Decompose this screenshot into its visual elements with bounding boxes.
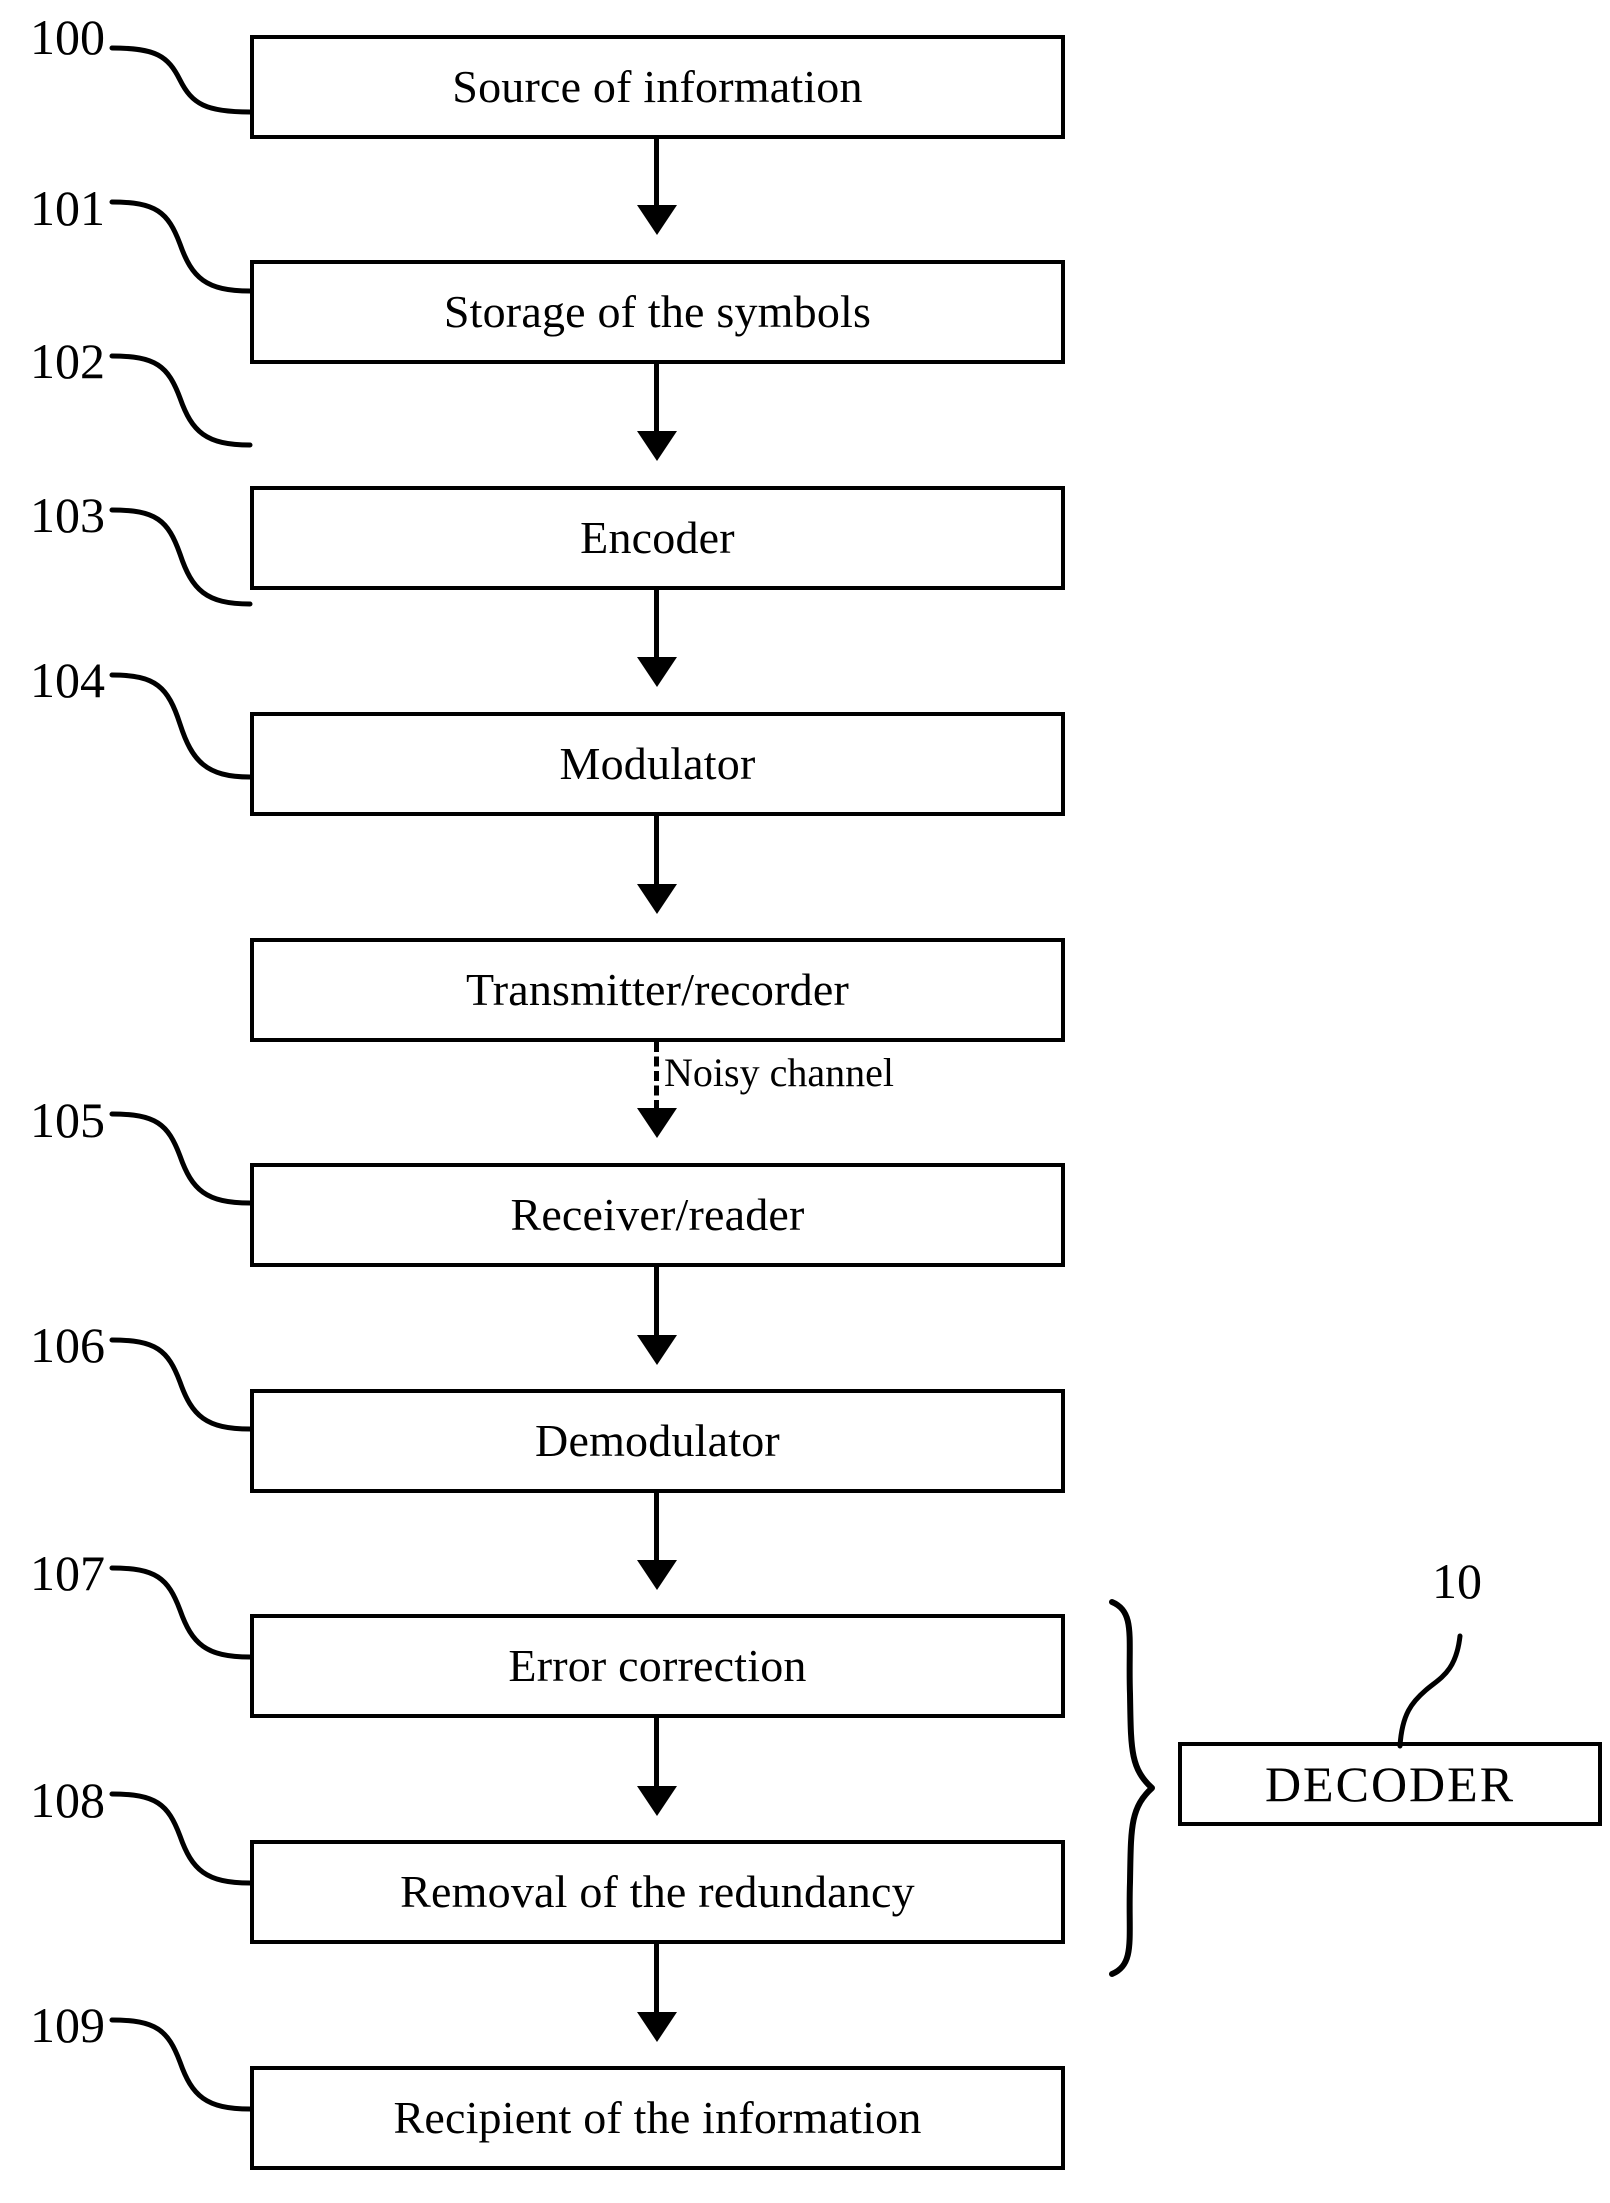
- process-box-103[interactable]: Modulator: [250, 712, 1065, 816]
- process-box-107-label: Error correction: [508, 1640, 807, 1691]
- reference-numeral-102: 102: [30, 333, 105, 389]
- leader-line-105: [109, 1108, 255, 1213]
- connector-103-104: [654, 816, 659, 885]
- reference-numeral-10: 10: [1432, 1553, 1482, 1609]
- decoder-box[interactable]: DECODER: [1178, 1742, 1602, 1826]
- decoder-grouping-brace: [1100, 1598, 1160, 1978]
- leader-line-104: [109, 669, 255, 787]
- process-box-100[interactable]: Source of information: [250, 35, 1065, 139]
- noisy-channel-label: Noisy channel: [664, 1050, 894, 1095]
- leader-line-108: [109, 1788, 255, 1893]
- connector-102-103: [654, 590, 659, 659]
- figure-canvas: Source of information 100 Storage of the…: [0, 0, 1610, 2203]
- connector-103-104-arrowhead: [637, 884, 677, 914]
- process-box-105-label: Receiver/reader: [510, 1189, 805, 1240]
- connector-102-103-arrowhead: [637, 657, 677, 687]
- leader-line-10: [1386, 1632, 1466, 1750]
- reference-numeral-105: 105: [30, 1092, 105, 1148]
- process-box-109-label: Recipient of the information: [393, 2092, 922, 2143]
- process-box-108[interactable]: Removal of the redundancy: [250, 1840, 1065, 1944]
- process-box-109[interactable]: Recipient of the information: [250, 2066, 1065, 2170]
- connector-105-106: [654, 1267, 659, 1336]
- reference-numeral-100: 100: [30, 9, 105, 65]
- reference-numeral-109: 109: [30, 1997, 105, 2053]
- connector-100-101-arrowhead: [637, 205, 677, 235]
- leader-line-100: [109, 42, 255, 122]
- connector-106-107-arrowhead: [637, 1560, 677, 1590]
- process-box-100-label: Source of information: [452, 61, 863, 112]
- connector-107-108-arrowhead: [637, 1786, 677, 1816]
- leader-line-106: [109, 1334, 255, 1439]
- process-box-101-label: Storage of the symbols: [443, 286, 872, 337]
- connector-107-108: [654, 1718, 659, 1787]
- process-box-104-label: Transmitter/recorder: [466, 964, 849, 1015]
- connector-104-105-arrowhead: [637, 1108, 677, 1138]
- process-box-103-label: Modulator: [559, 738, 756, 789]
- reference-numeral-103: 103: [30, 487, 105, 543]
- leader-line-102: [109, 350, 255, 455]
- process-box-104[interactable]: Transmitter/recorder: [250, 938, 1065, 1042]
- reference-numeral-108: 108: [30, 1772, 105, 1828]
- process-box-106[interactable]: Demodulator: [250, 1389, 1065, 1493]
- connector-106-107: [654, 1493, 659, 1561]
- process-box-108-label: Removal of the redundancy: [400, 1866, 915, 1917]
- reference-numeral-107: 107: [30, 1545, 105, 1601]
- process-box-102-label: Encoder: [580, 512, 735, 563]
- leader-line-107: [109, 1562, 255, 1667]
- reference-numeral-104: 104: [30, 652, 105, 708]
- process-box-107[interactable]: Error correction: [250, 1614, 1065, 1718]
- process-box-106-label: Demodulator: [535, 1415, 780, 1466]
- process-box-102[interactable]: Encoder: [250, 486, 1065, 590]
- leader-line-109: [109, 2014, 255, 2119]
- reference-numeral-101: 101: [30, 180, 105, 236]
- connector-101-102: [654, 364, 659, 433]
- process-box-105[interactable]: Receiver/reader: [250, 1163, 1065, 1267]
- process-box-101[interactable]: Storage of the symbols: [250, 260, 1065, 364]
- connector-100-101: [654, 139, 659, 207]
- connector-108-109-arrowhead: [637, 2012, 677, 2042]
- leader-line-103: [109, 504, 255, 614]
- connector-101-102-arrowhead: [637, 431, 677, 461]
- connector-104-105-noisy-channel: [654, 1042, 659, 1110]
- reference-numeral-106: 106: [30, 1317, 105, 1373]
- leader-line-101: [109, 196, 255, 301]
- connector-108-109: [654, 1944, 659, 2013]
- connector-105-106-arrowhead: [637, 1335, 677, 1365]
- decoder-box-label: DECODER: [1264, 1756, 1516, 1812]
